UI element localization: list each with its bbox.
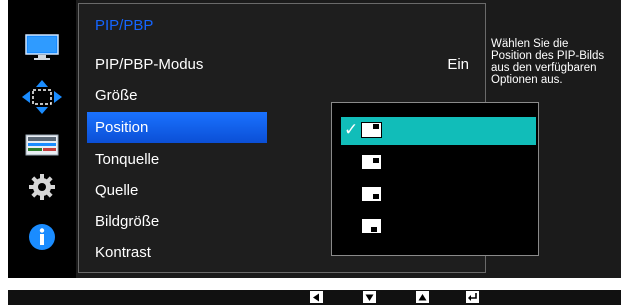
- position-top-right-icon: [361, 122, 382, 138]
- position-bottom-right-icon: [361, 218, 382, 234]
- position-option-top-left[interactable]: [341, 213, 536, 241]
- menu-item-pip-pbp-mode[interactable]: PIP/PBP-Modus Ein: [79, 49, 485, 80]
- menu-title: PIP/PBP: [95, 17, 154, 34]
- down-button-icon[interactable]: [363, 291, 376, 303]
- enter-button-icon[interactable]: [466, 291, 479, 303]
- button-guide-bar: [8, 290, 621, 305]
- position-bottom-right-icon: [361, 186, 382, 202]
- pip-pbp-menu: PIP/PBP PIP/PBP-Modus Ein Größe Position…: [78, 3, 539, 273]
- position-top-right-icon: [361, 154, 382, 170]
- position-arrows-icon[interactable]: [22, 80, 62, 114]
- menu-item-label: Position: [95, 119, 149, 136]
- osd-window: PIP/PBP PIP/PBP-Modus Ein Größe Position…: [8, 0, 621, 278]
- pip-icon[interactable]: [22, 128, 62, 162]
- position-submenu: ✓: [331, 102, 539, 256]
- menu-item-label: Bildgröße: [95, 213, 160, 230]
- position-option-top-right[interactable]: ✓: [341, 117, 536, 145]
- position-option-bottom-left[interactable]: [341, 181, 536, 209]
- menu-item-label: Kontrast: [95, 244, 151, 261]
- up-button-icon[interactable]: [416, 291, 429, 303]
- position-option-bottom-right[interactable]: [341, 149, 536, 177]
- menu-item-label: PIP/PBP-Modus: [95, 56, 204, 73]
- picture-icon[interactable]: [22, 30, 62, 64]
- left-button-icon[interactable]: [310, 291, 323, 303]
- info-icon[interactable]: [22, 220, 62, 254]
- menu-item-label: Quelle: [95, 182, 139, 199]
- menu-item-label: Größe: [95, 87, 138, 104]
- category-sidebar: [8, 0, 76, 278]
- menu-item-value: Ein: [447, 56, 469, 73]
- help-description: Wählen Sie die Position des PIP-Bilds au…: [491, 38, 605, 86]
- gear-icon[interactable]: [22, 170, 62, 204]
- menu-item-label: Tonquelle: [95, 151, 160, 168]
- checkmark-icon: ✓: [344, 120, 359, 140]
